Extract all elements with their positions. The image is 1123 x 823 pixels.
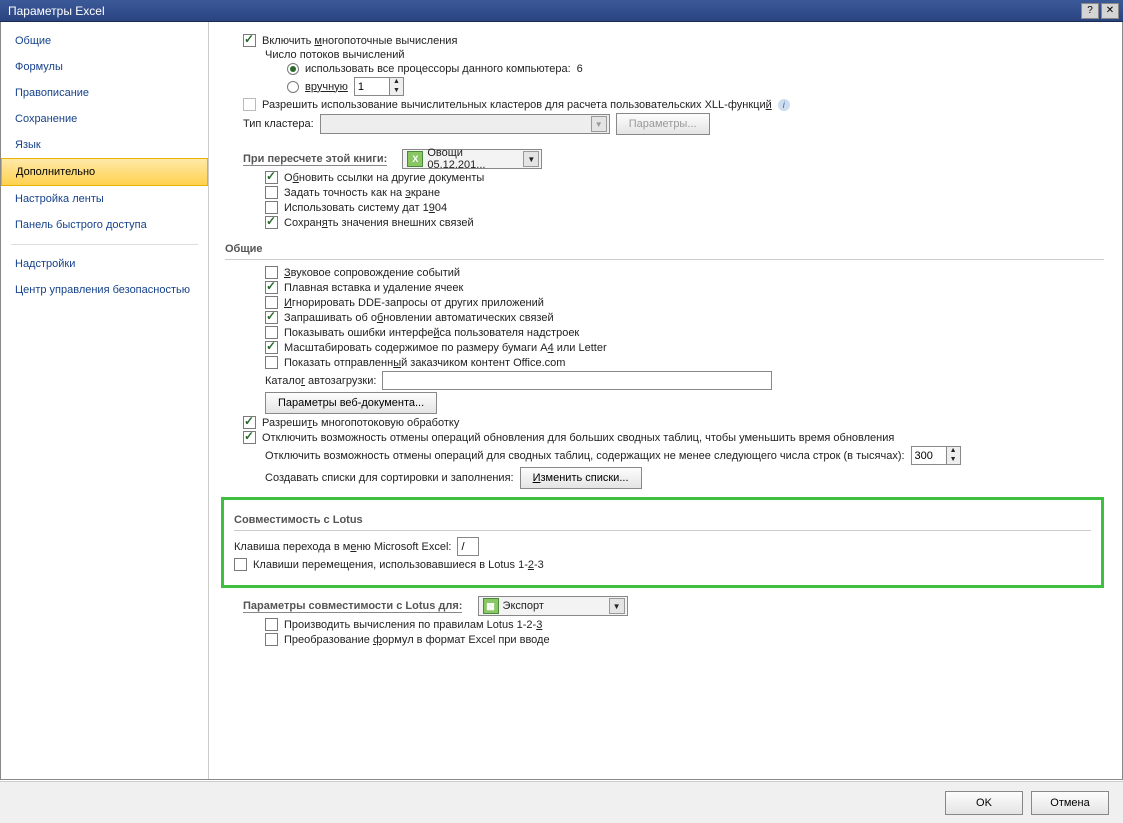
close-button[interactable]: ✕ xyxy=(1101,3,1119,19)
precision-label: Задать точность как на экране xyxy=(284,187,440,199)
ignore-dde-checkbox[interactable] xyxy=(265,296,278,309)
manual-threads-label: вручную xyxy=(305,81,348,93)
startup-folder-label: Каталог автозагрузки: xyxy=(265,375,376,387)
sidebar-item-advanced[interactable]: Дополнительно xyxy=(1,158,208,186)
manual-threads-radio[interactable] xyxy=(287,81,299,93)
sidebar-item-save[interactable]: Сохранение xyxy=(1,106,208,132)
sidebar-item-ribbon[interactable]: Настройка ленты xyxy=(1,186,208,212)
smooth-insert-label: Плавная вставка и удаление ячеек xyxy=(284,282,463,294)
multithread-proc-label: Разрешить многопотоковую обработку xyxy=(262,417,459,429)
update-links-checkbox[interactable] xyxy=(265,171,278,184)
lotus-calc-label: Производить вычисления по правилам Lotus… xyxy=(284,619,542,631)
multithread-calc-checkbox[interactable] xyxy=(243,34,256,47)
scale-a4-label: Масштабировать содержимое по размеру бум… xyxy=(284,342,607,354)
use-all-processors-radio[interactable] xyxy=(287,63,299,75)
lotus-params-header: Параметры совместимости с Lotus для: xyxy=(243,600,462,613)
excel-icon: X xyxy=(407,151,423,167)
cancel-button[interactable]: Отмена xyxy=(1031,791,1109,815)
date1904-label: Использовать систему дат 1904 xyxy=(284,202,447,214)
web-params-button[interactable]: Параметры веб-документа... xyxy=(265,392,437,414)
ask-update-label: Запрашивать об обновлении автоматических… xyxy=(284,312,554,324)
titlebar: Параметры Excel ? ✕ xyxy=(0,0,1123,22)
multithread-proc-checkbox[interactable] xyxy=(243,416,256,429)
lotus-highlight-box: Совместимость с Lotus Клавиша перехода в… xyxy=(221,497,1104,588)
disable-undo-rows-label: Отключить возможность отмены операций дл… xyxy=(265,450,905,462)
save-external-label: Сохранять значения внешних связей xyxy=(284,217,474,229)
lotus-convert-label: Преобразование формул в формат Excel при… xyxy=(284,634,550,646)
update-links-label: Обновить ссылки на другие документы xyxy=(284,172,484,184)
lotus-calc-checkbox[interactable] xyxy=(265,618,278,631)
date1904-checkbox[interactable] xyxy=(265,201,278,214)
save-external-checkbox[interactable] xyxy=(265,216,278,229)
manual-threads-spinner[interactable]: ▲▼ xyxy=(354,77,404,96)
workbook-combo[interactable]: X Овощи 05.12.201... ▼ xyxy=(402,149,542,169)
cluster-type-label: Тип кластера: xyxy=(243,118,314,130)
ignore-dde-label: Игнорировать DDE-запросы от других прило… xyxy=(284,297,544,309)
thread-count-label: Число потоков вычислений xyxy=(265,49,405,61)
ok-button[interactable]: OK xyxy=(945,791,1023,815)
lotus-section-header: Совместимость с Lotus xyxy=(234,510,1091,531)
menu-key-label: Клавиша перехода в меню Microsoft Excel: xyxy=(234,541,451,553)
allow-cluster-label: Разрешить использование вычислительных к… xyxy=(262,99,772,111)
lotus-nav-checkbox[interactable] xyxy=(234,558,247,571)
office-content-checkbox[interactable] xyxy=(265,356,278,369)
ask-update-checkbox[interactable] xyxy=(265,311,278,324)
sheet-icon: ▦ xyxy=(483,598,499,614)
general-section-header: Общие xyxy=(225,239,1104,260)
edit-lists-button[interactable]: Изменить списки... xyxy=(520,467,642,489)
addin-errors-label: Показывать ошибки интерфейса пользовател… xyxy=(284,327,579,339)
recalc-header-label: При пересчете этой книги: xyxy=(243,153,387,166)
undo-rows-input[interactable] xyxy=(911,446,947,465)
scale-a4-checkbox[interactable] xyxy=(265,341,278,354)
smooth-insert-checkbox[interactable] xyxy=(265,281,278,294)
custom-lists-label: Создавать списки для сортировки и заполн… xyxy=(265,472,514,484)
sidebar-item-addins[interactable]: Надстройки xyxy=(1,251,208,277)
disable-undo-large-label: Отключить возможность отмены операций об… xyxy=(262,432,894,444)
sidebar-item-general[interactable]: Общие xyxy=(1,28,208,54)
cluster-params-button: Параметры... xyxy=(616,113,710,135)
lotus-sheet-name: Экспорт xyxy=(503,600,605,612)
chevron-down-icon[interactable]: ▼ xyxy=(523,151,539,167)
sound-label: Звуковое сопровождение событий xyxy=(284,267,460,279)
disable-undo-large-checkbox[interactable] xyxy=(243,431,256,444)
undo-rows-spinner[interactable]: ▲▼ xyxy=(911,446,961,465)
sidebar-item-proofing[interactable]: Правописание xyxy=(1,80,208,106)
info-icon[interactable]: i xyxy=(778,99,790,111)
addin-errors-checkbox[interactable] xyxy=(265,326,278,339)
sidebar-item-qat[interactable]: Панель быстрого доступа xyxy=(1,212,208,238)
chevron-down-icon[interactable]: ▼ xyxy=(609,598,625,614)
sidebar-item-language[interactable]: Язык xyxy=(1,132,208,158)
window-title: Параметры Excel xyxy=(8,0,105,22)
workbook-name: Овощи 05.12.201... xyxy=(427,147,519,171)
help-button[interactable]: ? xyxy=(1081,3,1099,19)
processor-count: 6 xyxy=(577,63,583,75)
button-bar: OK Отмена xyxy=(0,781,1123,823)
sidebar-item-trust[interactable]: Центр управления безопасностью xyxy=(1,277,208,303)
multithread-calc-label: Включить многопоточные вычисления xyxy=(262,35,457,47)
use-all-processors-label: использовать все процессоры данного комп… xyxy=(305,63,571,75)
content-panel: Включить многопоточные вычисления Число … xyxy=(209,22,1122,779)
sound-checkbox[interactable] xyxy=(265,266,278,279)
lotus-sheet-combo[interactable]: ▦ Экспорт ▼ xyxy=(478,596,628,616)
precision-checkbox[interactable] xyxy=(265,186,278,199)
office-content-label: Показать отправленный заказчиком контент… xyxy=(284,357,565,369)
lotus-convert-checkbox[interactable] xyxy=(265,633,278,646)
sidebar: Общие Формулы Правописание Сохранение Яз… xyxy=(1,22,209,779)
lotus-nav-label: Клавиши перемещения, использовавшиеся в … xyxy=(253,559,544,571)
allow-cluster-checkbox xyxy=(243,98,256,111)
manual-threads-input[interactable] xyxy=(354,77,390,96)
startup-folder-input[interactable] xyxy=(382,371,772,390)
cluster-type-combo: ▼ xyxy=(320,114,610,134)
menu-key-input[interactable] xyxy=(457,537,479,556)
sidebar-item-formulas[interactable]: Формулы xyxy=(1,54,208,80)
